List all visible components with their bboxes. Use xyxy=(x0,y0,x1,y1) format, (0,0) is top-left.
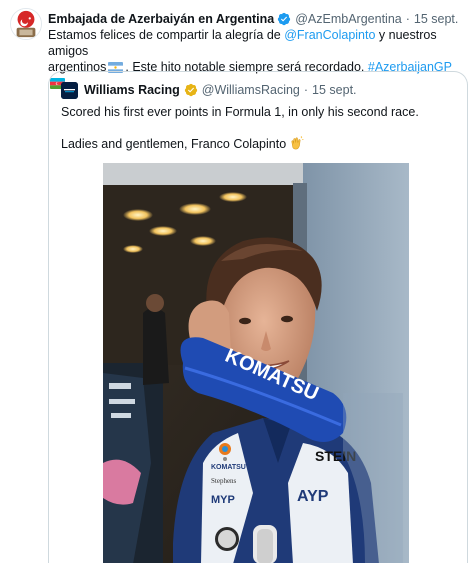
separator-dot: · xyxy=(405,12,410,26)
tweet-text-part: Estamos felices de compartir la alegría … xyxy=(48,28,285,42)
chest-left-sponsor-text: MYP xyxy=(211,494,235,506)
verified-badge-icon xyxy=(277,12,291,26)
chest-left-sponsor-text: Stephens xyxy=(211,477,237,485)
driver-photo[interactable]: KOMATSU STEIN AYP KOMATSU Stephens MYP xyxy=(103,163,409,563)
quoted-header: Williams Racing @WilliamsRacing · 15 sep… xyxy=(61,81,357,99)
tweet[interactable]: Embajada de Azerbaiyán en Argentina @AzE… xyxy=(0,0,476,563)
quoted-avatar[interactable] xyxy=(61,81,78,99)
quoted-tweet[interactable]: Williams Racing @WilliamsRacing · 15 sep… xyxy=(48,71,468,563)
quoted-author-name[interactable]: Williams Racing xyxy=(84,83,180,97)
tweet-header: Embajada de Azerbaiyán en Argentina @AzE… xyxy=(48,10,468,28)
author-handle[interactable]: @AzEmbArgentina xyxy=(295,12,402,26)
author-name[interactable]: Embajada de Azerbaiyán en Argentina xyxy=(48,12,274,26)
quoted-date[interactable]: 15 sept. xyxy=(312,83,356,97)
mention-link[interactable]: @FranColapinto xyxy=(284,28,375,42)
separator-dot: · xyxy=(303,83,309,97)
author-avatar[interactable] xyxy=(10,8,42,40)
tweet-date[interactable]: 15 sept. xyxy=(414,12,458,26)
quoted-author-handle[interactable]: @WilliamsRacing xyxy=(202,83,300,97)
clapping-hands-icon xyxy=(289,136,304,151)
gold-verified-badge-icon xyxy=(184,83,198,97)
quoted-text-line-2: Ladies and gentlemen, Franco Colapinto xyxy=(61,136,304,152)
chest-left-sponsor-text: KOMATSU xyxy=(211,464,246,471)
quoted-text-line-1: Scored his first ever points in Formula … xyxy=(61,105,419,119)
lower-sponsor-text: AYP xyxy=(297,488,329,505)
quoted-text-part: Ladies and gentlemen, Franco Colapinto xyxy=(61,137,287,151)
